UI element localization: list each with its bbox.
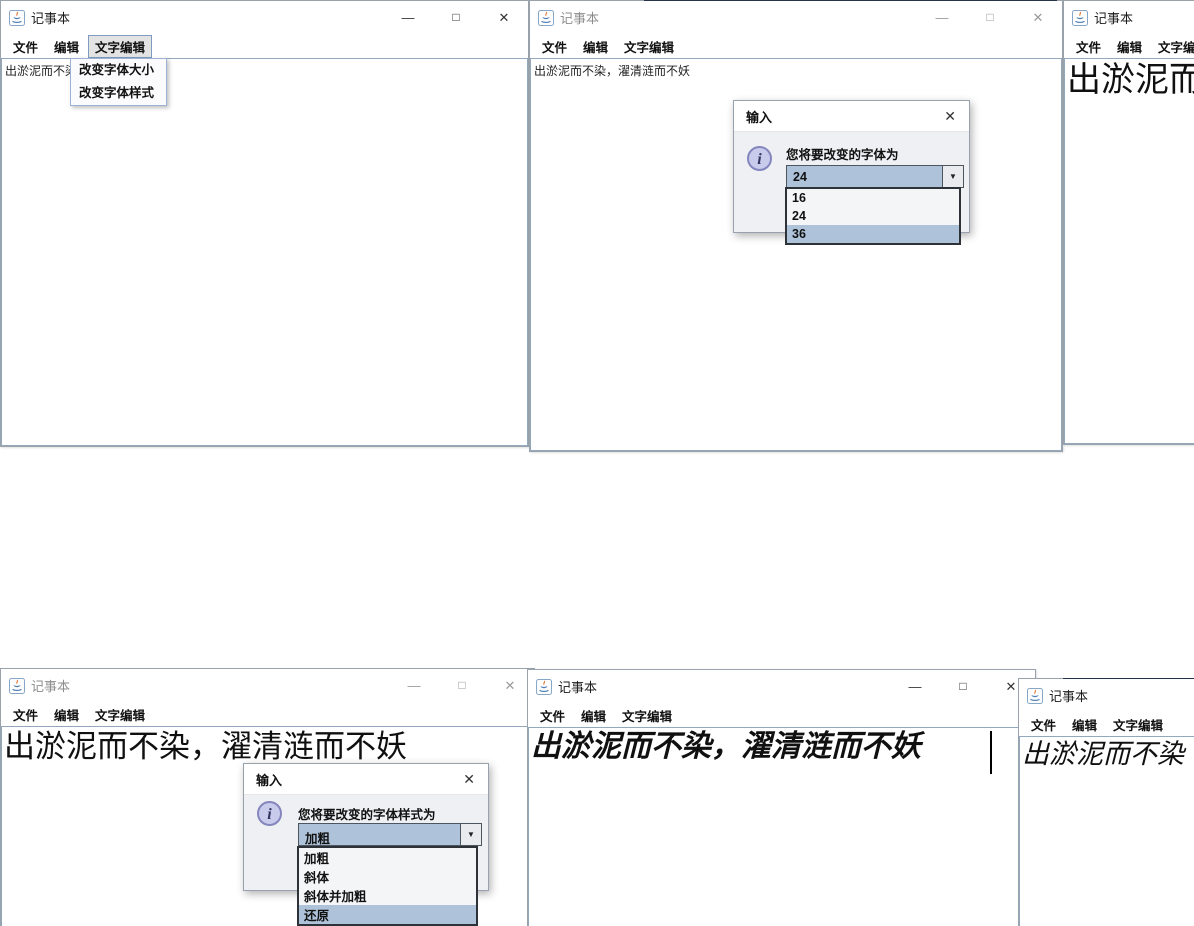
window-title: 记事本 (31, 679, 71, 694)
java-app-icon[interactable] (8, 9, 25, 26)
minimize-button[interactable]: — (918, 1, 966, 34)
window-title: 记事本 (558, 680, 598, 695)
menu-text-edit[interactable]: 文字编辑 (88, 34, 153, 58)
titlebar[interactable]: 记事本 — □ ✕ (1064, 1, 1194, 34)
java-app-icon[interactable] (537, 9, 554, 26)
menu-file[interactable]: 文件 (533, 704, 572, 727)
dialog-close-button[interactable]: ✕ (944, 108, 956, 125)
menu-text-edit[interactable]: 文字编辑 (617, 35, 681, 58)
menu-file[interactable]: 文件 (535, 35, 574, 58)
document-text: 出淤泥而不染，濯清涟而不妖 (531, 730, 921, 763)
menu-edit[interactable]: 编辑 (576, 35, 615, 58)
window-title: 记事本 (1094, 11, 1134, 26)
document-text: 出淤泥而不染，濯清涟而不妖 (4, 729, 407, 764)
menubar: 文件 编辑 文字编辑 (1, 702, 534, 726)
menu-file[interactable]: 文件 (6, 35, 45, 58)
font-style-option-selected[interactable]: 还原 (299, 905, 476, 924)
titlebar[interactable]: 记事本 — □ ✕ (528, 670, 1035, 703)
maximize-button[interactable]: □ (438, 669, 486, 702)
dialog-titlebar[interactable]: 输入 ✕ (244, 764, 488, 795)
dialog-label: 您将要改变的字体为 (786, 148, 899, 162)
document-text: 出淤泥而 (1067, 62, 1194, 99)
titlebar[interactable]: 记事本 — □ ✕ (1019, 679, 1194, 712)
menubar: 文件 编辑 文字编辑 (1, 34, 528, 58)
menubar: 文件 编辑 文字编辑 (530, 34, 1062, 58)
font-size-option-selected[interactable]: 36 (787, 225, 959, 243)
text-caret (990, 731, 992, 774)
java-app-icon[interactable] (1026, 687, 1043, 704)
font-size-option[interactable]: 24 (787, 207, 959, 225)
close-button[interactable]: ✕ (480, 1, 528, 34)
font-style-option[interactable]: 加粗 (299, 848, 476, 867)
close-button[interactable]: ✕ (1014, 1, 1062, 34)
java-app-icon[interactable] (535, 678, 552, 695)
menu-edit[interactable]: 编辑 (574, 704, 613, 727)
font-style-option-list: 加粗 斜体 斜体并加粗 还原 (297, 846, 478, 926)
document-area[interactable]: 出淤泥而不染，濯清涟而不妖 (528, 727, 1035, 926)
window-notepad-bottom-right: 记事本 — □ ✕ 文件 编辑 文字编辑 出淤泥而不染 (1018, 678, 1194, 926)
menu-text-edit[interactable]: 文字编辑 (88, 703, 152, 726)
menu-edit[interactable]: 编辑 (1110, 35, 1149, 58)
menu-file[interactable]: 文件 (6, 703, 45, 726)
document-text: 出淤泥而不染，濯清涟而不妖 (534, 64, 691, 78)
menu-item-change-font-size[interactable]: 改变字体大小 (71, 59, 166, 82)
document-text: 出淤泥而不染 (1022, 739, 1184, 769)
font-style-option[interactable]: 斜体 (299, 867, 476, 886)
chevron-down-icon[interactable]: ▼ (460, 824, 481, 845)
titlebar[interactable]: 记事本 — □ ✕ (1, 669, 534, 702)
font-style-option[interactable]: 斜体并加粗 (299, 886, 476, 905)
menubar: 文件 编辑 文字编辑 (528, 703, 1035, 727)
info-icon: i (257, 801, 282, 826)
font-size-option[interactable]: 16 (787, 189, 959, 207)
menu-item-change-font-style[interactable]: 改变字体样式 (71, 82, 166, 105)
menubar: 文件 编辑 文字编辑 (1064, 34, 1194, 58)
document-area[interactable]: 出淤泥而不染， (1, 58, 528, 446)
text-edit-dropdown-menu: 改变字体大小 改变字体样式 (70, 58, 167, 106)
dialog-title: 输入 (256, 772, 283, 788)
minimize-button[interactable]: — (390, 669, 438, 702)
info-icon: i (747, 146, 772, 171)
font-size-combobox[interactable]: 24 ▼ (786, 165, 964, 188)
dialog-close-button[interactable]: ✕ (463, 771, 475, 788)
titlebar[interactable]: 记事本 — □ ✕ (1, 1, 528, 34)
java-app-icon[interactable] (8, 677, 25, 694)
menu-edit[interactable]: 编辑 (47, 703, 86, 726)
window-title: 记事本 (560, 11, 600, 26)
combobox-value: 24 (793, 170, 807, 184)
dialog-label: 您将要改变的字体样式为 (298, 808, 436, 822)
maximize-button[interactable]: □ (939, 670, 987, 703)
window-notepad-bottom-middle: 记事本 — □ ✕ 文件 编辑 文字编辑 出淤泥而不染，濯清涟而不妖 (527, 669, 1036, 926)
minimize-button[interactable]: — (891, 670, 939, 703)
menu-file[interactable]: 文件 (1024, 713, 1063, 736)
maximize-button[interactable]: □ (966, 1, 1014, 34)
menubar: 文件 编辑 文字编辑 (1019, 712, 1194, 736)
window-notepad-top-right: 记事本 — □ ✕ 文件 编辑 文字编辑 出淤泥而 (1063, 0, 1194, 445)
combobox-value: 加粗 (305, 832, 331, 845)
menu-edit[interactable]: 编辑 (1065, 713, 1104, 736)
titlebar[interactable]: 记事本 — □ ✕ (530, 1, 1062, 34)
maximize-button[interactable]: □ (432, 1, 480, 34)
document-area[interactable]: 出淤泥而 (1064, 58, 1194, 444)
menu-text-edit[interactable]: 文字编辑 (1151, 35, 1194, 58)
document-area[interactable]: 出淤泥而不染 (1019, 736, 1194, 926)
window-title: 记事本 (1049, 689, 1089, 704)
desktop: 记事本 — □ ✕ 文件 编辑 文字编辑 出淤泥而不染， 记事本 — □ ✕ 文… (0, 0, 1194, 926)
menu-file[interactable]: 文件 (1069, 35, 1108, 58)
window-title: 记事本 (31, 11, 71, 26)
java-app-icon[interactable] (1071, 9, 1088, 26)
menu-text-edit[interactable]: 文字编辑 (1106, 713, 1170, 736)
minimize-button[interactable]: — (384, 1, 432, 34)
menu-edit[interactable]: 编辑 (47, 35, 86, 58)
dialog-title: 输入 (746, 109, 773, 125)
font-size-option-list: 16 24 36 (785, 187, 961, 245)
chevron-down-icon[interactable]: ▼ (942, 166, 963, 187)
font-style-combobox[interactable]: 加粗 ▼ (298, 823, 482, 846)
menu-text-edit[interactable]: 文字编辑 (615, 704, 679, 727)
dialog-titlebar[interactable]: 输入 ✕ (734, 101, 969, 132)
